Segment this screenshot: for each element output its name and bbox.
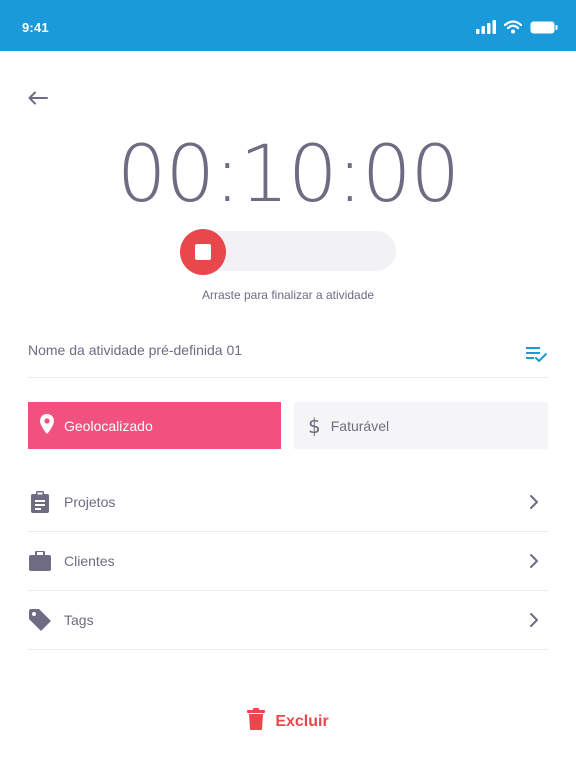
chevron-right-icon — [526, 494, 542, 510]
menu-item-tags[interactable]: Tags — [28, 591, 548, 650]
signal-icon — [476, 20, 496, 39]
geolocated-label: Geolocalizado — [64, 417, 153, 434]
back-button[interactable] — [24, 86, 52, 114]
battery-icon — [530, 21, 558, 39]
clipboard-icon — [28, 490, 52, 514]
status-icons — [476, 20, 558, 39]
arrow-left-icon — [28, 91, 48, 110]
billable-label: Faturável — [330, 417, 390, 434]
menu-item-label: Projetos — [64, 494, 116, 510]
playlist-check-icon — [526, 347, 547, 362]
briefcase-icon — [28, 549, 52, 573]
tag-icon — [28, 608, 52, 632]
menu-item-label: Clientes — [64, 553, 115, 569]
menu-item-projetos[interactable]: Projetos — [28, 473, 548, 532]
stop-icon — [195, 244, 211, 260]
slider-hint: Arraste para finalizar a atividade — [201, 288, 375, 302]
geolocated-toggle[interactable]: Geolocalizado — [28, 402, 281, 449]
wifi-icon — [503, 20, 523, 39]
billable-toggle[interactable]: $ Faturável — [294, 402, 548, 449]
activity-list-button[interactable] — [524, 342, 548, 366]
map-pin-icon — [40, 414, 54, 437]
chevron-right-icon — [526, 612, 542, 628]
activity-name: Nome da atividade pré-definida 01 — [28, 342, 243, 358]
chevron-right-icon — [526, 553, 542, 569]
menu-item-label: Tags — [64, 612, 94, 628]
timer-display: 00:10:00 — [116, 130, 460, 220]
activity-row: Nome da atividade pré-definida 01 — [28, 334, 548, 378]
dollar-icon: $ — [308, 413, 321, 438]
status-time: 9:41 — [22, 20, 49, 35]
status-bar: 9:41 — [0, 0, 576, 51]
menu-item-clientes[interactable]: Clientes — [28, 532, 548, 591]
delete-label: Excluir — [275, 712, 329, 730]
trash-icon — [247, 708, 266, 735]
stop-slider-handle[interactable] — [180, 229, 226, 275]
delete-button[interactable]: Excluir — [0, 708, 576, 735]
